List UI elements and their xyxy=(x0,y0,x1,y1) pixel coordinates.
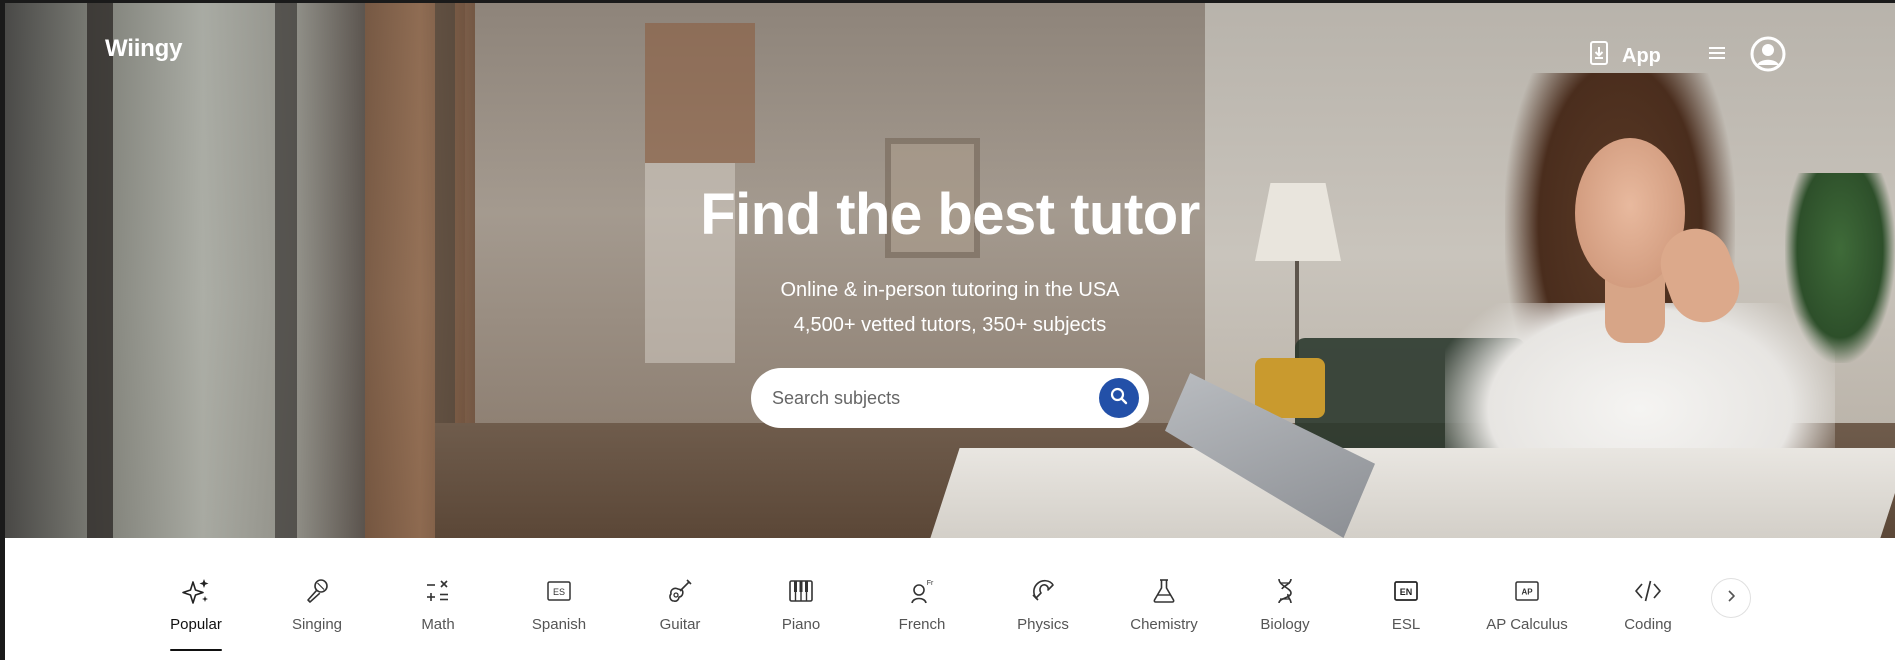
hero-image-table xyxy=(930,448,1895,538)
code-icon xyxy=(1633,576,1663,606)
french-speaker-icon: Fr xyxy=(907,576,937,606)
category-piano[interactable]: Piano xyxy=(746,576,856,660)
en-icon-text: EN xyxy=(1400,587,1413,597)
category-popular[interactable]: Popular xyxy=(141,576,251,660)
active-tab-indicator xyxy=(170,649,222,651)
french-icon-text: Fr xyxy=(927,580,934,587)
category-label: Biology xyxy=(1260,616,1310,633)
es-icon-text: ES xyxy=(553,587,565,597)
hero-subtitle-location: Online & in-person tutoring in the USA xyxy=(780,279,1120,301)
hamburger-menu-icon[interactable] xyxy=(1709,47,1725,61)
page: Wiingy App Find the best tutor Online & … xyxy=(5,3,1895,660)
category-label: AP Calculus xyxy=(1486,616,1568,633)
category-label: Singing xyxy=(291,616,343,633)
chevron-right-icon xyxy=(1725,589,1737,608)
category-singing[interactable]: Singing xyxy=(262,576,372,660)
category-label: Math xyxy=(421,616,455,633)
category-esl[interactable]: EN ESL xyxy=(1351,576,1461,660)
category-chemistry[interactable]: Chemistry xyxy=(1109,576,1219,660)
phone-download-icon xyxy=(1590,41,1608,71)
es-icon: ES xyxy=(544,576,574,606)
category-label: Piano xyxy=(781,616,821,633)
category-french[interactable]: Fr French xyxy=(867,576,977,660)
category-label: Spanish xyxy=(531,616,587,633)
hero-image-frame xyxy=(87,3,113,538)
category-spanish[interactable]: ES Spanish xyxy=(504,576,614,660)
hero-subtitle-stats: 4,500+ vetted tutors, 350+ subjects xyxy=(793,314,1107,336)
app-label: App xyxy=(1622,44,1661,67)
microphone-icon xyxy=(302,576,332,606)
category-label: Guitar xyxy=(659,616,701,633)
search-input[interactable] xyxy=(772,387,1082,409)
next-categories-button[interactable] xyxy=(1711,578,1751,618)
category-label: ESL xyxy=(1391,616,1421,633)
hero-title: Find the best tutor xyxy=(700,182,1200,247)
logo[interactable]: Wiingy xyxy=(105,35,182,63)
dna-icon xyxy=(1270,576,1300,606)
category-label: Coding xyxy=(1624,616,1672,633)
app-download-link[interactable]: App xyxy=(1590,39,1661,73)
search-button[interactable] xyxy=(1099,378,1139,418)
category-label: Physics xyxy=(1017,616,1069,633)
category-physics[interactable]: Physics xyxy=(988,576,1098,660)
category-label: Popular xyxy=(170,616,222,633)
guitar-icon xyxy=(665,576,695,606)
search-bar xyxy=(751,368,1149,428)
category-biology[interactable]: Biology xyxy=(1230,576,1340,660)
en-icon: EN xyxy=(1391,576,1421,606)
category-ap-calculus[interactable]: AP AP Calculus xyxy=(1472,576,1582,660)
piano-icon xyxy=(786,576,816,606)
hero-image-frame xyxy=(275,3,297,538)
flask-icon xyxy=(1149,576,1179,606)
category-coding[interactable]: Coding xyxy=(1593,576,1703,660)
ap-icon: AP xyxy=(1512,576,1542,606)
search-icon xyxy=(1110,387,1128,410)
category-math[interactable]: Math xyxy=(383,576,493,660)
category-label: French xyxy=(898,616,946,633)
sparkle-icon xyxy=(181,576,211,606)
hero-image-pillow xyxy=(1255,358,1325,418)
ap-icon-text: AP xyxy=(1521,588,1533,597)
magnet-icon xyxy=(1028,576,1058,606)
math-operators-icon xyxy=(423,576,453,606)
hero-image xyxy=(5,3,365,538)
user-profile-icon[interactable] xyxy=(1750,36,1786,72)
hero-image-shelf xyxy=(645,23,755,163)
category-label: Chemistry xyxy=(1130,616,1198,633)
category-guitar[interactable]: Guitar xyxy=(625,576,735,660)
hero-section: Wiingy App Find the best tutor Online & … xyxy=(5,3,1895,538)
subject-category-bar: Popular Singing Math ES Spanish Guitar P… xyxy=(5,538,1895,660)
